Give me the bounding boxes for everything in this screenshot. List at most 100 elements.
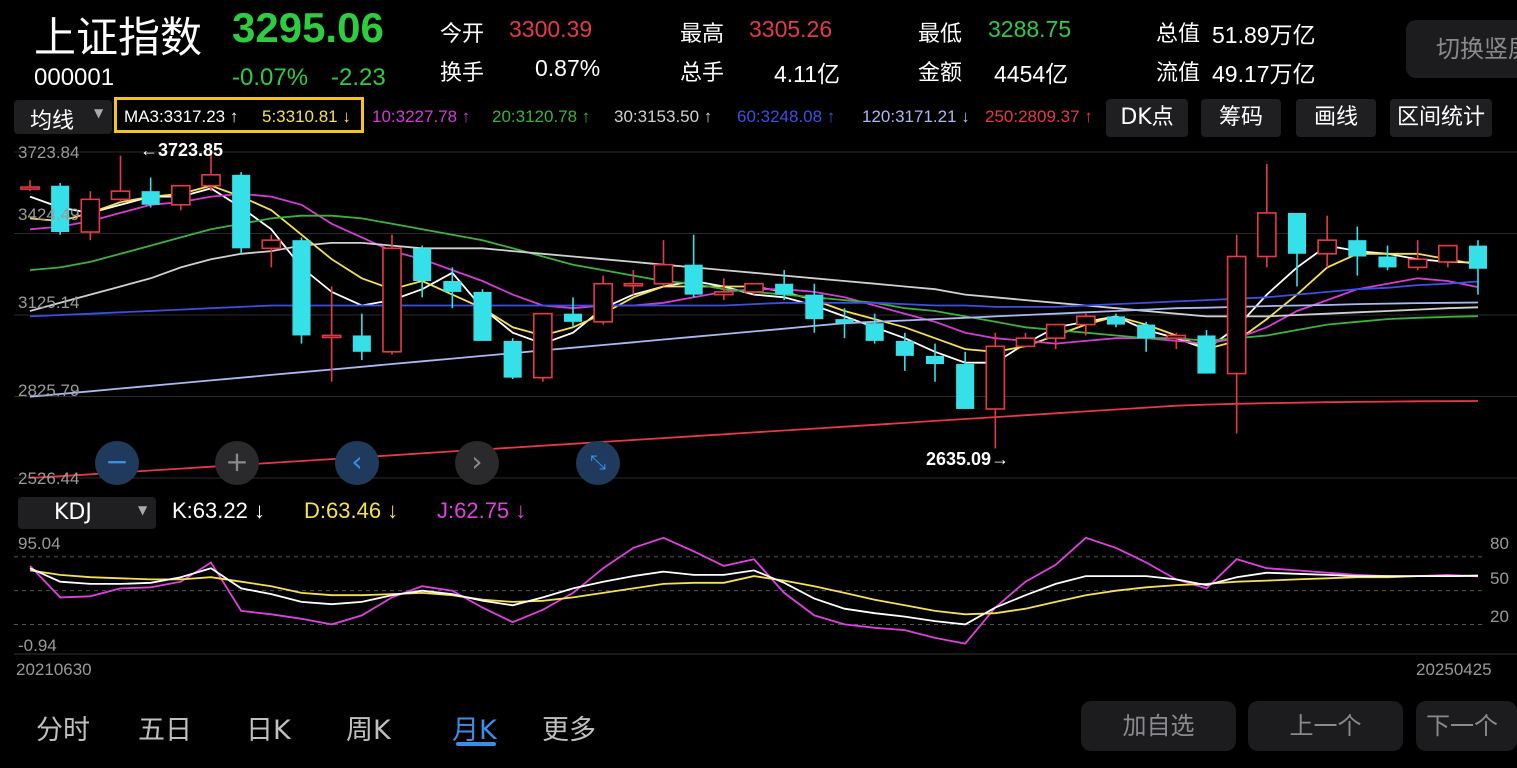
stat-turnover-label: 换手 bbox=[440, 61, 485, 86]
indicator-selector-dropdown[interactable]: KDJ ▼ bbox=[18, 497, 156, 529]
candle-body bbox=[1106, 316, 1126, 325]
switch-portrait-button[interactable]: 切换竖屏 bbox=[1406, 20, 1517, 78]
ma20-value: 20:3120.78 ↑ bbox=[492, 107, 591, 126]
candle-body bbox=[744, 282, 764, 293]
tab-five-day[interactable]: 五日 bbox=[138, 708, 192, 747]
candle-body bbox=[563, 313, 583, 322]
kdj-axis-label: 95.04 bbox=[18, 534, 61, 553]
reset-zoom-button[interactable]: ⤡ bbox=[576, 441, 620, 485]
stat-low-value: 3288.75 bbox=[988, 16, 1072, 42]
candle-body bbox=[895, 340, 914, 356]
chevron-right-icon: › bbox=[471, 445, 483, 478]
candle-body bbox=[1348, 240, 1367, 257]
chips-button[interactable]: 筹码 bbox=[1201, 99, 1281, 137]
candle-body bbox=[1015, 337, 1036, 348]
candle-body bbox=[141, 191, 160, 205]
candle-body bbox=[925, 355, 945, 365]
stat-amount-label: 金额 bbox=[918, 61, 963, 86]
candle-body bbox=[1045, 323, 1066, 339]
ma-selector-dropdown[interactable]: 均线 ▼ bbox=[14, 100, 112, 134]
stat-totalcap-label: 总值 bbox=[1156, 22, 1201, 47]
candle-body bbox=[1437, 244, 1458, 263]
ma10-value: 10:3227.78 ↑ bbox=[372, 107, 471, 126]
tab-intraday[interactable]: 分时 bbox=[36, 708, 90, 747]
stat-turnover-value: 0.87% bbox=[535, 55, 601, 81]
candle-body bbox=[956, 364, 975, 409]
candle-body bbox=[985, 345, 1006, 410]
candle-body bbox=[382, 247, 402, 353]
change-amount: -2.23 bbox=[331, 64, 386, 91]
kdj-j-value: J:62.75 ↓ bbox=[437, 498, 527, 523]
minus-icon: − bbox=[105, 445, 129, 478]
stat-low-label: 最低 bbox=[918, 22, 963, 47]
ma60-value: 60:3248.08 ↑ bbox=[737, 107, 836, 126]
chevron-left-icon: ‹ bbox=[351, 445, 363, 478]
kdj-k-value: K:63.22 ↓ bbox=[172, 498, 265, 523]
indicator-selector-label: KDJ bbox=[54, 500, 92, 525]
candle-body bbox=[865, 323, 884, 341]
range-stats-button[interactable]: 区间统计 bbox=[1390, 99, 1492, 137]
ma30-value: 30:3153.50 ↑ bbox=[614, 107, 713, 126]
index-price: 3295.06 bbox=[232, 4, 384, 51]
kdj-chart[interactable] bbox=[0, 530, 1517, 658]
candle-body bbox=[1137, 324, 1156, 339]
candle-body bbox=[1287, 212, 1307, 254]
candle-body bbox=[532, 312, 553, 379]
scroll-right-button[interactable]: › bbox=[455, 441, 499, 485]
candle-body bbox=[1317, 239, 1338, 255]
ma-selector-label: 均线 bbox=[30, 109, 75, 134]
ma120-value: 120:3171.21 ↓ bbox=[862, 107, 970, 126]
caret-down-icon: ▼ bbox=[138, 503, 148, 517]
tab-weekly-k[interactable]: 周K bbox=[346, 708, 391, 747]
high-annotation: ←3723.85 bbox=[140, 140, 224, 160]
price-axis-label: 3723.84 bbox=[18, 143, 80, 162]
candle-body bbox=[775, 283, 794, 295]
active-tab-indicator bbox=[456, 742, 496, 746]
kdj-line-d bbox=[29, 569, 1479, 616]
candle-body bbox=[110, 190, 131, 201]
candle-body bbox=[80, 198, 101, 233]
candle-body bbox=[835, 319, 854, 324]
add-watchlist-button[interactable]: 加自选 bbox=[1081, 701, 1236, 751]
candle-body bbox=[1166, 334, 1187, 339]
kdj-axis-label: 50 bbox=[1490, 569, 1509, 588]
tab-daily-k[interactable]: 日K bbox=[246, 708, 291, 747]
candle-body bbox=[684, 264, 703, 295]
end-date-label: 20250425 bbox=[1416, 660, 1492, 679]
dk-point-button[interactable]: DK点 bbox=[1106, 99, 1188, 137]
stat-high-label: 最高 bbox=[680, 22, 725, 47]
candle-body bbox=[653, 263, 674, 285]
kdj-d-value: D:63.46 ↓ bbox=[304, 498, 399, 523]
scroll-left-button[interactable]: ‹ bbox=[335, 441, 379, 485]
stat-floatcap-value: 49.17万亿 bbox=[1212, 61, 1316, 87]
candle-body bbox=[1226, 255, 1247, 375]
start-date-label: 20210630 bbox=[16, 660, 92, 679]
stat-totalcap-value: 51.89万亿 bbox=[1212, 22, 1316, 48]
zoom-out-button[interactable]: − bbox=[95, 441, 139, 485]
candle-body bbox=[1378, 256, 1397, 268]
stat-high-value: 3305.26 bbox=[749, 16, 833, 42]
candle-body bbox=[1256, 212, 1277, 258]
price-axis-label: 2825.79 bbox=[18, 381, 80, 400]
zoom-in-button[interactable]: + bbox=[215, 441, 259, 485]
candle-body bbox=[623, 282, 644, 287]
candle-body bbox=[1407, 258, 1428, 269]
candle-body bbox=[413, 248, 432, 282]
low-annotation: 2635.09→ bbox=[926, 449, 1010, 469]
price-axis-label: 2526.44 bbox=[18, 469, 80, 488]
candle-body bbox=[261, 239, 282, 250]
index-name: 上证指数 bbox=[34, 13, 203, 62]
dk-point-label: DK点 bbox=[1120, 105, 1174, 130]
caret-down-icon: ▼ bbox=[94, 106, 104, 120]
candlestick-chart[interactable] bbox=[0, 138, 1517, 494]
candle-body bbox=[1468, 245, 1488, 269]
previous-button[interactable]: 上一个 bbox=[1248, 701, 1403, 751]
stat-open-value: 3300.39 bbox=[509, 16, 593, 42]
candle-body bbox=[503, 340, 522, 378]
next-button[interactable]: 下一个 bbox=[1416, 701, 1517, 751]
ma3-value: MA3:3317.23 ↑ bbox=[124, 107, 239, 126]
stat-floatcap-label: 流值 bbox=[1156, 61, 1201, 86]
candle-body bbox=[473, 291, 492, 341]
tab-more[interactable]: 更多 bbox=[542, 708, 596, 747]
draw-line-button[interactable]: 画线 bbox=[1296, 99, 1376, 137]
